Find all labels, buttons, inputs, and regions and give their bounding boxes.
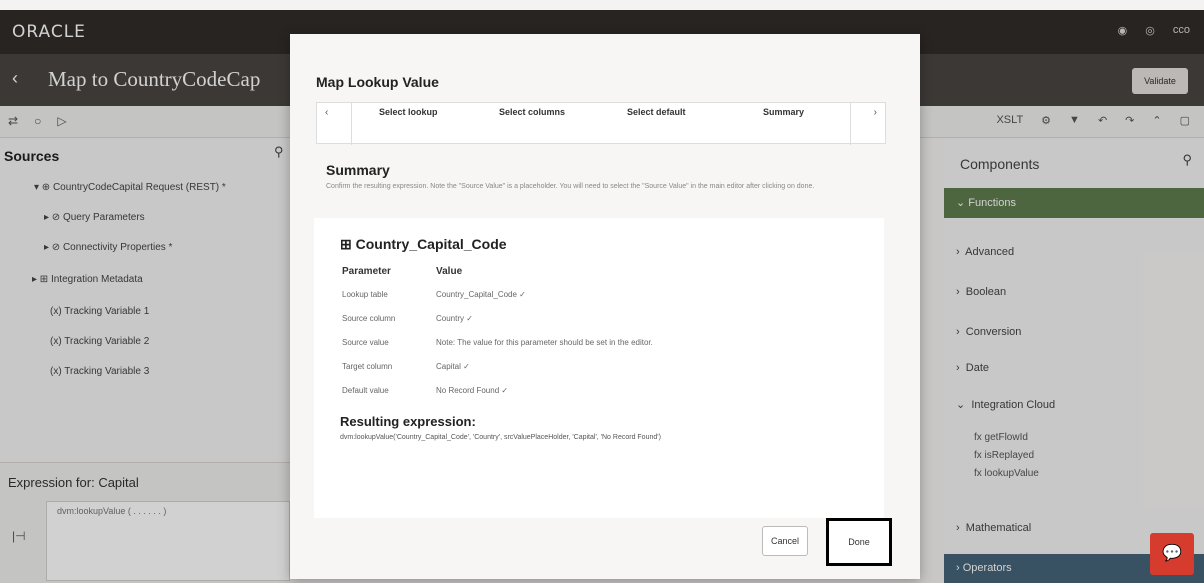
summary-heading: Summary [326,162,390,178]
param-label: Source value [342,338,389,347]
lookup-name: ⊞ Country_Capital_Code [340,236,507,252]
dialog-title: Map Lookup Value [316,74,439,90]
param-label: Source column [342,314,396,323]
resulting-expression: dvm:lookupValue('Country_Capital_Code', … [340,434,661,441]
summary-description: Confirm the resulting expression. Note t… [326,183,815,190]
param-label: Target column [342,362,393,371]
step-select-columns[interactable]: Select columns [499,107,565,117]
summary-card: ⊞ Country_Capital_Code Parameter Value L… [314,218,884,518]
step-select-lookup[interactable]: Select lookup [379,107,438,117]
step-select-default[interactable]: Select default [627,107,686,117]
param-value: Country_Capital_Code ✓ [436,290,526,299]
param-label: Default value [342,386,389,395]
step-summary[interactable]: Summary [763,107,804,117]
param-value: Note: The value for this parameter shoul… [436,338,653,347]
param-value: No Record Found ✓ [436,386,509,395]
param-value: Country ✓ [436,314,473,323]
param-label: Lookup table [342,290,388,299]
divider [850,103,851,145]
parameter-header: Parameter [342,266,391,277]
resulting-expression-title: Resulting expression: [340,414,476,429]
train-next-icon[interactable]: › [874,107,877,118]
divider [351,103,352,145]
train-prev-icon[interactable]: ‹ [325,107,328,118]
map-lookup-dialog: Map Lookup Value ‹ Select lookup Select … [290,34,920,579]
chat-icon[interactable]: 💬 [1150,533,1194,575]
value-header: Value [436,266,463,277]
param-value: Capital ✓ [436,362,470,371]
cancel-button[interactable]: Cancel [762,526,808,556]
done-button[interactable]: Done [826,518,892,566]
wizard-train: ‹ Select lookup Select columns Select de… [316,102,886,145]
